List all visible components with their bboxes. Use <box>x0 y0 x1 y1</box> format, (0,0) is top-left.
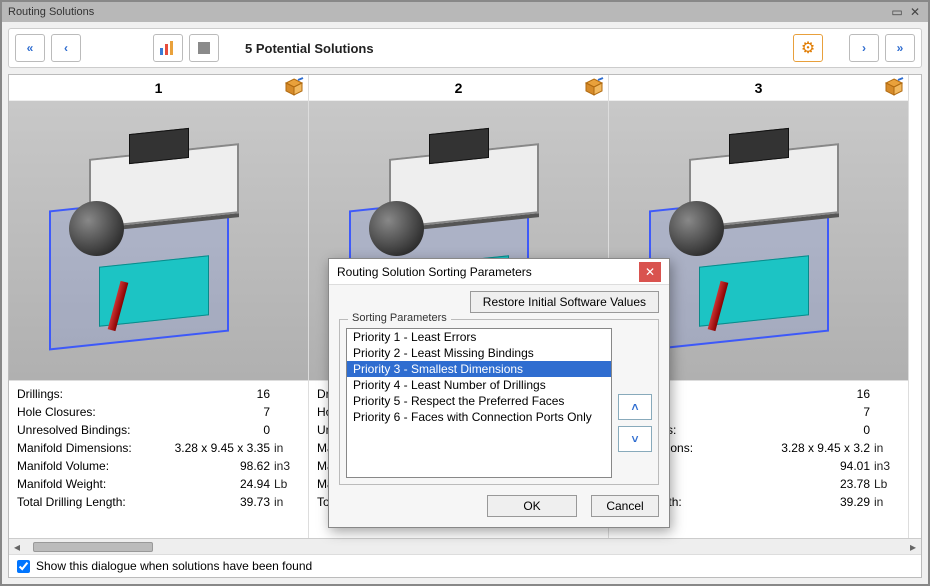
stat-label: Manifold Dimensions: <box>17 439 155 457</box>
titlebar: Routing Solutions ▭ ✕ <box>2 2 928 22</box>
stat-unit: in <box>274 439 300 457</box>
stat-value: 23.78 <box>733 475 874 493</box>
stat-value: 98.62 <box>155 457 274 475</box>
window-title: Routing Solutions <box>8 6 94 18</box>
card-header: 2 <box>309 75 608 101</box>
stat-value: 39.73 <box>155 493 274 511</box>
stat-value: 0 <box>733 421 874 439</box>
scroll-right-icon[interactable]: ▸ <box>905 540 921 554</box>
dialog-close-button[interactable]: ✕ <box>639 262 661 282</box>
stat-value: 16 <box>733 385 874 403</box>
stat-value: 7 <box>155 403 274 421</box>
model-viewport[interactable] <box>9 101 308 381</box>
double-chevron-left-icon: « <box>27 41 34 55</box>
priority-item[interactable]: Priority 6 - Faces with Connection Ports… <box>347 409 611 425</box>
dialog-title: Routing Solution Sorting Parameters <box>337 265 532 279</box>
stat-label: Total Drilling Length: <box>17 493 155 511</box>
stat-value: 3.28 x 9.45 x 3.2 <box>733 439 874 457</box>
solution-stats: Drillings:16Hole Closures:7Unresolved Bi… <box>9 381 308 515</box>
stat-label: Manifold Volume: <box>17 457 155 475</box>
gear-icon: ⚙ <box>801 38 815 58</box>
stat-label: Manifold Weight: <box>17 475 155 493</box>
stat-value: 7 <box>733 403 874 421</box>
chevron-left-icon: ‹ <box>64 41 68 55</box>
toolbar-status: 5 Potential Solutions <box>245 41 374 56</box>
reorder-controls: ˄ ˅ <box>618 328 652 478</box>
dialog-body: Restore Initial Software Values Sorting … <box>329 285 669 489</box>
view-cube-icon[interactable] <box>884 77 904 97</box>
priority-item[interactable]: Priority 1 - Least Errors <box>347 329 611 345</box>
chevron-up-icon: ˄ <box>631 400 638 414</box>
cancel-button[interactable]: Cancel <box>591 495 659 517</box>
bar-chart-icon <box>159 40 177 56</box>
move-down-button[interactable]: ˅ <box>618 426 652 452</box>
scroll-left-icon[interactable]: ◂ <box>9 540 25 554</box>
maximize-icon[interactable]: ▭ <box>890 5 904 19</box>
stat-value: 24.94 <box>155 475 274 493</box>
stat-label: Hole Closures: <box>17 403 155 421</box>
dialog-footer: OK Cancel <box>329 489 669 527</box>
stat-unit: in <box>874 493 900 511</box>
window-controls: ▭ ✕ <box>890 5 922 19</box>
card-header: 3 <box>609 75 908 101</box>
stat-unit: in <box>874 439 900 457</box>
scroll-thumb[interactable] <box>33 542 153 552</box>
priority-listbox[interactable]: Priority 1 - Least ErrorsPriority 2 - Le… <box>346 328 612 478</box>
solution-card[interactable]: 1 Drillings:16Hole Closures:7Unresolved B… <box>9 75 309 538</box>
dialog-titlebar[interactable]: Routing Solution Sorting Parameters ✕ <box>329 259 669 285</box>
stat-unit: in3 <box>274 457 300 475</box>
next-button[interactable]: › <box>849 34 879 62</box>
solution-index: 2 <box>455 80 463 96</box>
show-dialog-label[interactable]: Show this dialogue when solutions have b… <box>36 559 312 573</box>
toolbar: « ‹ 5 Potential Solutions ⚙ › » <box>8 28 922 68</box>
stat-value: 39.29 <box>733 493 874 511</box>
solution-index: 1 <box>155 80 163 96</box>
show-dialog-checkbox[interactable] <box>17 560 30 573</box>
priority-item[interactable]: Priority 5 - Respect the Preferred Faces <box>347 393 611 409</box>
stat-label: Unresolved Bindings: <box>17 421 155 439</box>
group-legend: Sorting Parameters <box>348 312 451 324</box>
stat-value: 0 <box>155 421 274 439</box>
last-button[interactable]: » <box>885 34 915 62</box>
footer: Show this dialogue when solutions have b… <box>9 554 921 577</box>
solution-index: 3 <box>755 80 763 96</box>
move-up-button[interactable]: ˄ <box>618 394 652 420</box>
routing-solutions-window: Routing Solutions ▭ ✕ « ‹ 5 Potential So… <box>0 0 930 586</box>
double-chevron-right-icon: » <box>897 41 904 55</box>
chart-button[interactable] <box>153 34 183 62</box>
chevron-right-icon: › <box>862 41 866 55</box>
sorting-parameters-dialog: Routing Solution Sorting Parameters ✕ Re… <box>328 258 670 528</box>
stat-unit: in3 <box>874 457 900 475</box>
card-header: 1 <box>9 75 308 101</box>
stop-button[interactable] <box>189 34 219 62</box>
priority-item[interactable]: Priority 4 - Least Number of Drillings <box>347 377 611 393</box>
horizontal-scrollbar[interactable]: ◂ ▸ <box>9 538 921 554</box>
chevron-down-icon: ˅ <box>631 432 638 446</box>
stop-icon <box>197 41 211 55</box>
view-cube-icon[interactable] <box>284 77 304 97</box>
settings-button[interactable]: ⚙ <box>793 34 823 62</box>
stat-value: 94.01 <box>733 457 874 475</box>
stat-unit: in <box>274 493 300 511</box>
stat-unit: Lb <box>874 475 900 493</box>
first-button[interactable]: « <box>15 34 45 62</box>
stat-value: 3.28 x 9.45 x 3.35 <box>155 439 274 457</box>
priority-item[interactable]: Priority 3 - Smallest Dimensions <box>347 361 611 377</box>
restore-defaults-button[interactable]: Restore Initial Software Values <box>470 291 659 313</box>
stat-unit: Lb <box>274 475 300 493</box>
ok-button[interactable]: OK <box>487 495 577 517</box>
stat-value: 16 <box>155 385 274 403</box>
stat-label: Drillings: <box>17 385 155 403</box>
prev-button[interactable]: ‹ <box>51 34 81 62</box>
sorting-parameters-group: Sorting Parameters Priority 1 - Least Er… <box>339 319 659 485</box>
priority-item[interactable]: Priority 2 - Least Missing Bindings <box>347 345 611 361</box>
close-icon[interactable]: ✕ <box>908 5 922 19</box>
view-cube-icon[interactable] <box>584 77 604 97</box>
